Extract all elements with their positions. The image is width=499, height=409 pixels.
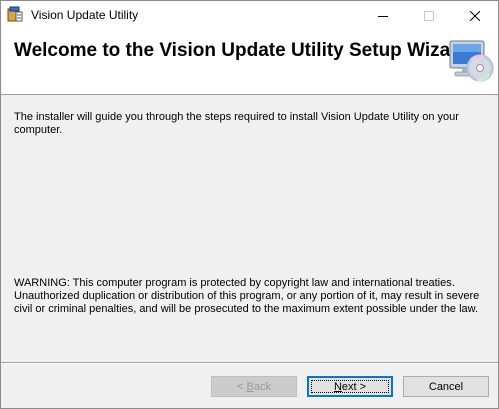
back-prefix: < [237, 380, 247, 393]
computer-cd-icon [449, 40, 494, 82]
minimize-icon [378, 15, 388, 17]
next-button[interactable]: Next > [307, 376, 393, 397]
minimize-button[interactable] [360, 1, 406, 30]
button-divider [1, 362, 498, 364]
copyright-warning: WARNING: This computer program is protec… [14, 277, 480, 315]
maximize-icon [424, 10, 434, 21]
cancel-button[interactable]: Cancel [403, 376, 489, 397]
maximize-button [406, 1, 452, 30]
page-title: Welcome to the Vision Update Utility Set… [14, 40, 470, 61]
intro-text: The installer will guide you through the… [14, 111, 459, 136]
wizard-banner: Welcome to the Vision Update Utility Set… [1, 30, 498, 95]
back-button: < Back [211, 376, 297, 397]
close-icon [470, 10, 480, 21]
back-mnemonic: B [246, 380, 254, 393]
cancel-label: Cancel [428, 380, 464, 393]
window-title: Vision Update Utility [31, 8, 139, 22]
title-bar[interactable]: Vision Update Utility [1, 1, 498, 30]
back-label-rest: ack [253, 380, 271, 393]
close-button[interactable] [452, 1, 498, 30]
focus-rectangle [311, 380, 389, 393]
installer-app-icon [7, 6, 23, 22]
setup-wizard-window: Vision Update Utility Welcome to the Vis… [0, 0, 499, 409]
